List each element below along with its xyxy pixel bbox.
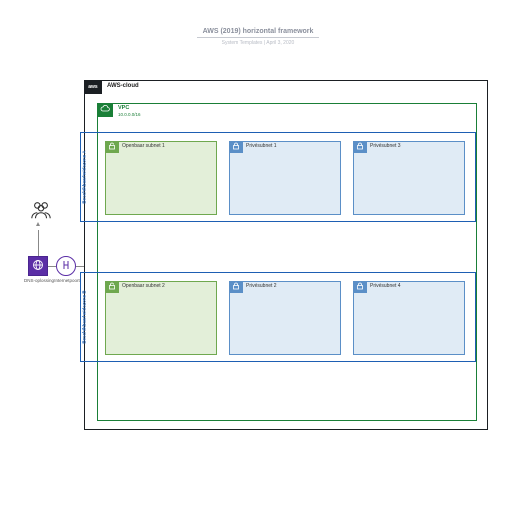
subnet-icon-tab: [229, 281, 243, 293]
aws-cloud-label: AWS-cloud: [107, 83, 139, 89]
lock-icon: [232, 142, 240, 152]
aws-logo-text: aws: [88, 84, 97, 90]
subnet-label: Privésubnet 2: [246, 283, 277, 289]
connector: [48, 266, 56, 267]
subnet-label: Privésubnet 1: [246, 143, 277, 149]
lock-open-icon: [108, 142, 116, 152]
connector: [76, 266, 84, 267]
lock-open-icon: [108, 282, 116, 292]
vpc-cloud-icon: [100, 104, 110, 116]
az-a-label: Beschikbaarheidszone A: [82, 132, 87, 222]
subnet-icon-tab: [353, 141, 367, 153]
private-subnet-1: Privésubnet 1: [229, 141, 341, 215]
diagram-canvas: DNS-oplossing Internetpoort aws AWS-clou…: [28, 80, 488, 430]
availability-zone-a: Beschikbaarheidszone A Openbaar subnet 1…: [80, 132, 476, 222]
gateway-icon: [61, 260, 71, 272]
users-icon: [30, 216, 52, 222]
diagram-subtitle: System Templates | April 3, 2020: [0, 40, 516, 46]
subnet-icon-tab: [353, 281, 367, 293]
igw-label: Internetpoort: [50, 278, 84, 283]
subnet-label: Openbaar subnet 2: [122, 283, 165, 289]
lock-icon: [232, 282, 240, 292]
az-b-label: Beschikbaarheidszone B: [82, 272, 87, 362]
subnet-icon-tab: [105, 141, 119, 153]
vpc-icon-tab: [97, 103, 113, 117]
public-subnet-1: Openbaar subnet 1: [105, 141, 217, 215]
private-subnet-3: Privésubnet 3: [353, 141, 465, 215]
lock-icon: [356, 282, 364, 292]
subnet-icon-tab: [105, 281, 119, 293]
vpc-label: VPC: [118, 105, 129, 111]
subnet-label: Privésubnet 3: [370, 143, 401, 149]
internet-gateway-node: [56, 256, 76, 276]
subnet-label: Privésubnet 4: [370, 283, 401, 289]
subnet-label: Openbaar subnet 1: [122, 143, 165, 149]
subnet-icon-tab: [229, 141, 243, 153]
private-subnet-2: Privésubnet 2: [229, 281, 341, 355]
users-actor: [28, 200, 54, 222]
arrowhead-icon: [36, 222, 40, 226]
vpc-cidr: 10.0.0.0/16: [118, 112, 141, 117]
aws-logo-tab: aws: [84, 80, 102, 94]
dns-icon: [32, 259, 44, 273]
connector: [38, 230, 39, 256]
private-subnet-4: Privésubnet 4: [353, 281, 465, 355]
availability-zone-b: Beschikbaarheidszone B Openbaar subnet 2…: [80, 272, 476, 362]
lock-icon: [356, 142, 364, 152]
vpc-container: VPC 10.0.0.0/16 Beschikbaarheidszone A O…: [97, 103, 477, 421]
diagram-header: AWS (2019) horizontal framework System T…: [0, 0, 516, 46]
dns-resolver-node: [28, 256, 48, 276]
aws-cloud-container: aws AWS-cloud VPC 10.0.0.0/16 Beschikbaa…: [84, 80, 488, 430]
diagram-title: AWS (2019) horizontal framework: [197, 28, 320, 38]
public-subnet-2: Openbaar subnet 2: [105, 281, 217, 355]
